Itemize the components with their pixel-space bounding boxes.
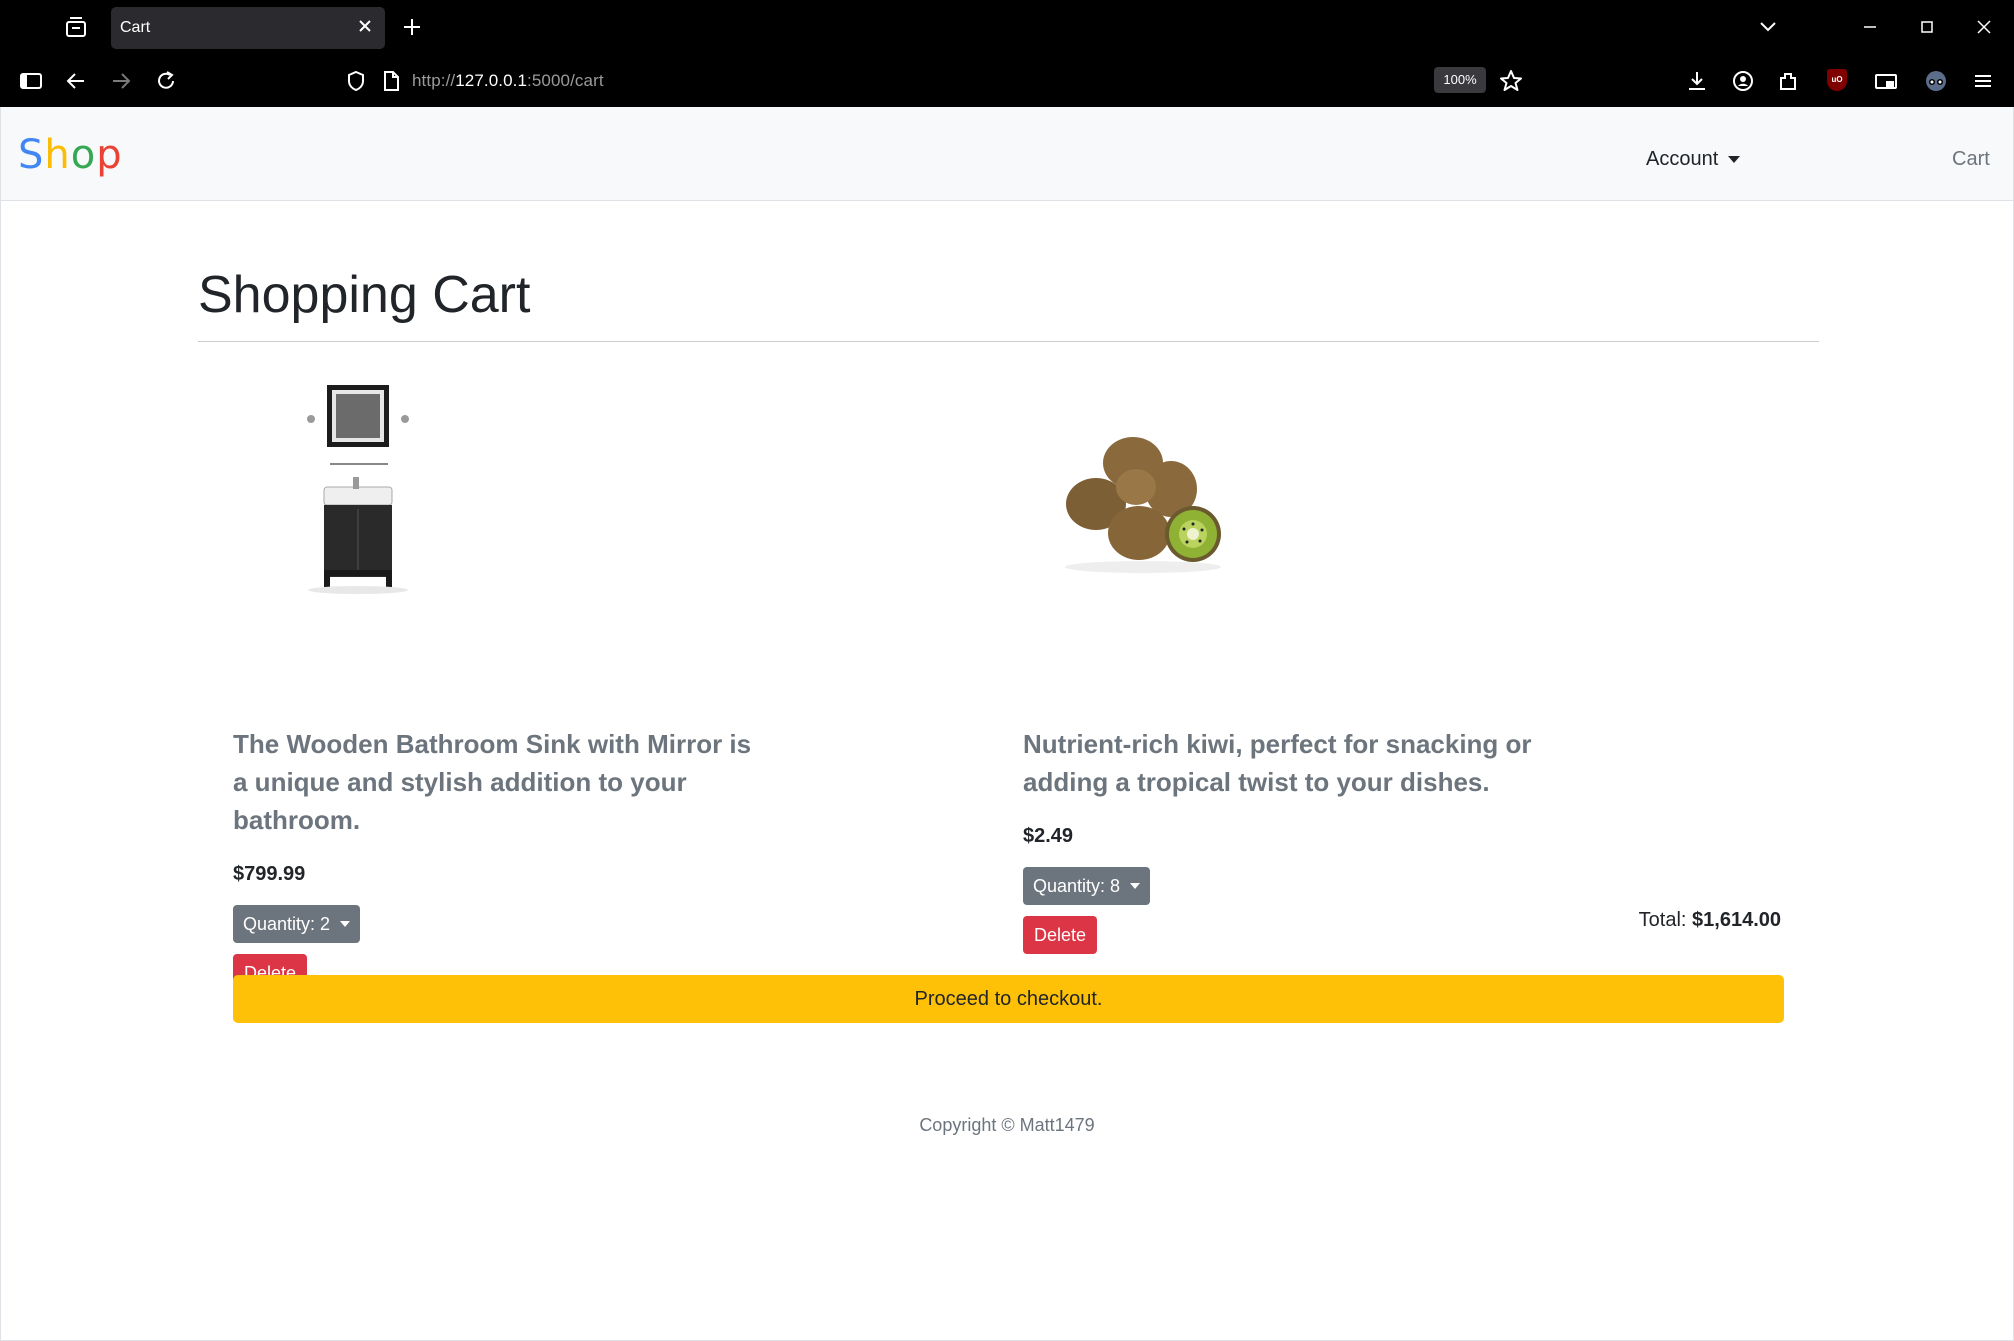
quantity-dropdown[interactable]: Quantity: 2 bbox=[233, 905, 361, 943]
maximize-icon[interactable] bbox=[1915, 15, 1939, 39]
tab-overflow-chevron-icon[interactable] bbox=[1756, 15, 1780, 39]
product-image-bathroom-sink bbox=[286, 382, 436, 597]
brand-letter: S bbox=[18, 132, 45, 178]
product-description: Nutrient-rich kiwi, perfect for snacking… bbox=[1023, 729, 1532, 797]
page-title: Shopping Cart bbox=[198, 266, 531, 324]
brand-logo[interactable]: Shop bbox=[18, 132, 123, 178]
account-dropdown[interactable]: Account bbox=[1646, 148, 1741, 171]
tab-list-icon[interactable] bbox=[62, 15, 90, 41]
quantity-label: Quantity: 2 bbox=[243, 913, 331, 934]
account-icon[interactable] bbox=[1730, 68, 1756, 94]
caret-down-icon bbox=[340, 921, 351, 927]
title-divider bbox=[198, 341, 1819, 342]
web-page: Shop Account Cart Shopping Cart The Wood… bbox=[0, 107, 2014, 1341]
quantity-label: Quantity: 8 bbox=[1033, 875, 1121, 896]
checkout-button[interactable]: Proceed to checkout. bbox=[233, 975, 1784, 1023]
picture-in-picture-icon[interactable] bbox=[1873, 68, 1899, 94]
total-label: Total: bbox=[1638, 909, 1687, 931]
product-price: $2.49 bbox=[1023, 825, 1074, 847]
browser-tab-cart[interactable]: Cart bbox=[111, 7, 385, 49]
brand-letter: h bbox=[44, 132, 71, 178]
back-icon[interactable] bbox=[63, 68, 89, 94]
delete-button[interactable]: Delete bbox=[1023, 916, 1098, 954]
sidebar-icon[interactable] bbox=[18, 68, 44, 94]
extensions-icon[interactable] bbox=[1775, 68, 1801, 94]
product-description: The Wooden Bathroom Sink with Mirror is … bbox=[233, 729, 752, 835]
hamburger-menu-icon[interactable] bbox=[1970, 68, 1996, 94]
browser-toolbar: http://127.0.0.1:5000/cart 100% uO bbox=[0, 55, 2014, 107]
new-tab-icon[interactable] bbox=[402, 17, 422, 37]
ublock-origin-icon[interactable]: uO bbox=[1827, 69, 1847, 91]
reload-icon[interactable] bbox=[153, 68, 179, 94]
forward-icon[interactable] bbox=[108, 68, 134, 94]
url-prefix: http:// bbox=[412, 71, 456, 90]
downloads-icon[interactable] bbox=[1684, 68, 1710, 94]
private-browsing-mask-icon[interactable] bbox=[1923, 68, 1949, 94]
tab-strip: Cart bbox=[0, 0, 2014, 55]
footer-copyright: Copyright © Matt1479 bbox=[919, 1115, 1095, 1135]
tab-title: Cart bbox=[120, 19, 151, 36]
url-path: :5000/cart bbox=[527, 71, 604, 90]
close-tab-icon[interactable] bbox=[357, 18, 373, 34]
product-price: $799.99 bbox=[233, 863, 306, 885]
account-label: Account bbox=[1646, 148, 1719, 170]
brand-letter: o bbox=[70, 132, 97, 178]
quantity-dropdown[interactable]: Quantity: 8 bbox=[1023, 867, 1151, 905]
address-bar[interactable]: http://127.0.0.1:5000/cart bbox=[412, 71, 604, 91]
browser-chrome: Cart http://127.0.0.1:5000/cart 100% uO bbox=[0, 0, 2014, 107]
total-value: $1,614.00 bbox=[1692, 909, 1781, 931]
page-icon bbox=[378, 68, 404, 94]
minimize-icon[interactable] bbox=[1858, 15, 1882, 39]
cart-link[interactable]: Cart bbox=[1952, 148, 1990, 171]
bookmark-star-icon[interactable] bbox=[1498, 68, 1524, 94]
caret-down-icon bbox=[1728, 156, 1741, 163]
brand-letter: p bbox=[96, 132, 123, 178]
site-navbar: Shop Account Cart bbox=[1, 107, 2013, 201]
url-host: 127.0.0.1 bbox=[455, 71, 528, 90]
caret-down-icon bbox=[1130, 883, 1141, 889]
cart-total: Total: $1,614.00 bbox=[1639, 909, 1781, 932]
close-window-icon[interactable] bbox=[1972, 15, 1996, 39]
shield-icon[interactable] bbox=[343, 68, 369, 94]
product-image-kiwi bbox=[1051, 427, 1231, 577]
zoom-level-badge[interactable]: 100% bbox=[1434, 67, 1486, 93]
